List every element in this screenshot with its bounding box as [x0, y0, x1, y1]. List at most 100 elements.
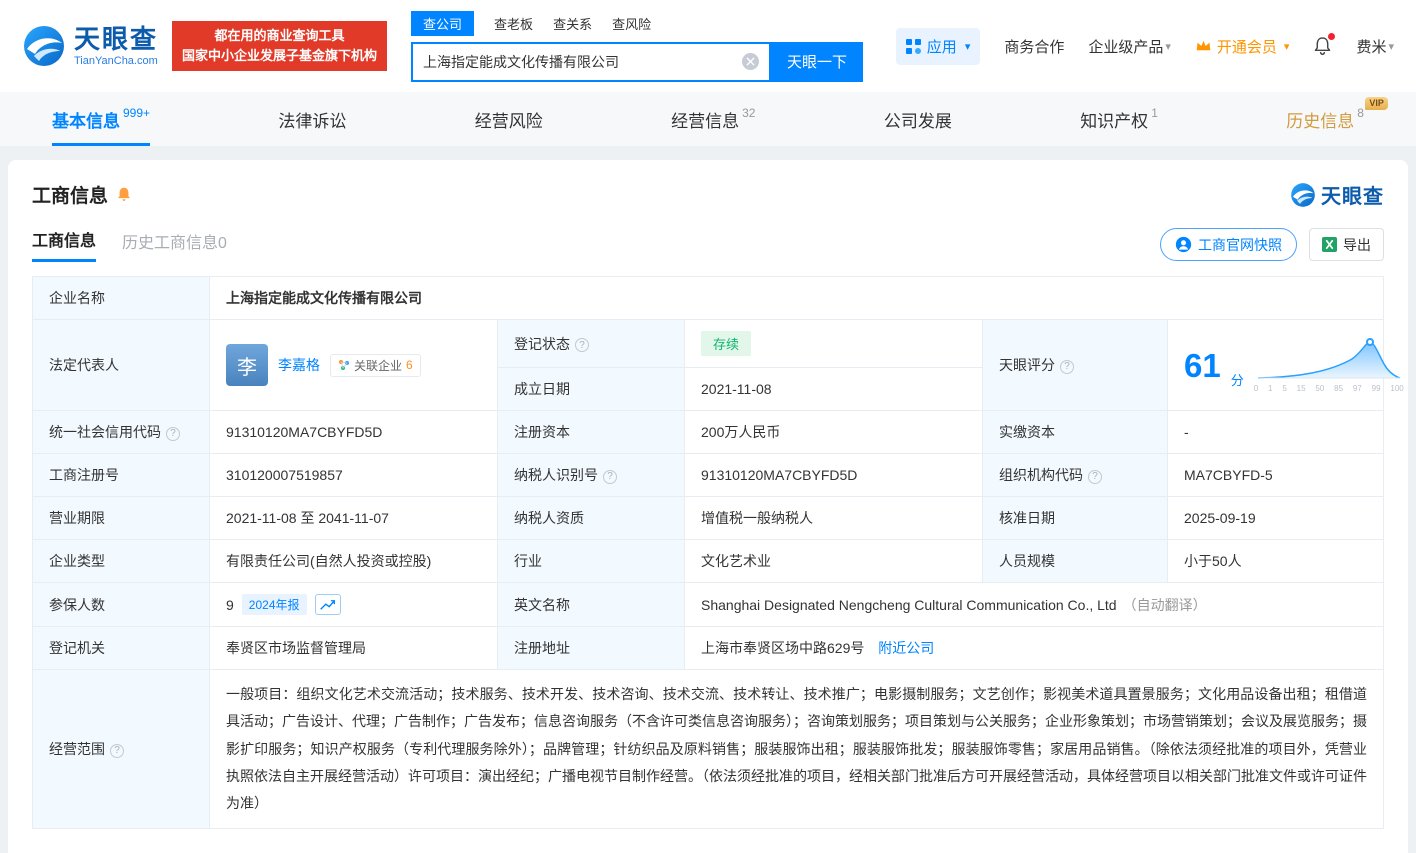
vip-label: 开通会员 [1217, 36, 1277, 57]
chevron-down-icon: ▾ [965, 40, 971, 53]
tab-history-info[interactable]: 历史信息 8 VIP [1286, 92, 1364, 146]
search-box [411, 42, 771, 82]
tab-label: 法律诉讼 [278, 107, 346, 132]
subtab-current-info[interactable]: 工商信息 [32, 227, 96, 262]
tab-basic-info[interactable]: 基本信息 999+ [52, 92, 150, 146]
search-tabs: 查公司 查老板 查关系 查风险 [411, 11, 863, 36]
export-button[interactable]: 导出 [1309, 228, 1384, 261]
reg-status-cell: 存续 [685, 320, 983, 368]
tab-label: 基本信息 [52, 107, 120, 132]
help-icon[interactable]: ? [1060, 360, 1074, 374]
apps-menu[interactable]: 应用 ▾ [896, 28, 981, 65]
logo-subtitle: TianYanCha.com [74, 55, 158, 67]
table-row: 登记机关 奉贤区市场监督管理局 注册地址 上海市奉贤区场中路629号 附近公司 [33, 627, 1384, 670]
card-header: 工商信息 天眼查 [32, 180, 1384, 209]
business-scope-cell: 一般项目：组织文化艺术交流活动；技术服务、技术开发、技术咨询、技术交流、技术转让… [210, 670, 1384, 829]
company-type-label: 企业类型 [33, 540, 210, 583]
vip-badge: VIP [1365, 97, 1388, 110]
legal-rep-name-link[interactable]: 李嘉格 [278, 355, 320, 375]
staff-size-value: 小于50人 [1168, 540, 1384, 583]
search-row: 天眼一下 [411, 42, 863, 82]
tab-operating-risk[interactable]: 经营风险 [475, 92, 543, 146]
search-tab-boss[interactable]: 查老板 [494, 11, 533, 36]
status-badge: 存续 [701, 331, 751, 356]
notification-dot [1328, 33, 1335, 40]
tab-count-badge: 999+ [123, 106, 150, 120]
table-row: 营业期限 2021-11-08 至 2041-11-07 纳税人资质 增值税一般… [33, 497, 1384, 540]
business-scope-label: 经营范围? [33, 670, 210, 829]
subtab-history-info[interactable]: 历史工商信息0 [122, 229, 227, 261]
tab-label: 历史信息 [1286, 107, 1354, 132]
establish-date-value: 2021-11-08 [685, 368, 983, 411]
tab-legal-proceedings[interactable]: 法律诉讼 [278, 92, 346, 146]
help-icon[interactable]: ? [110, 744, 124, 758]
business-registration-table: 企业名称 上海指定能成文化传播有限公司 法定代表人 李 李嘉格 [32, 276, 1384, 829]
search-button[interactable]: 天眼一下 [771, 42, 863, 82]
taxpayer-quality-label: 纳税人资质 [498, 497, 685, 540]
annual-report-badge[interactable]: 2024年报 [242, 594, 307, 615]
score-distribution-chart: 01 515 5085 9799 100 [1254, 338, 1404, 393]
establish-date-label: 成立日期 [498, 368, 685, 411]
search-tab-relation[interactable]: 查关系 [553, 11, 592, 36]
chevron-down-icon: ▾ [1284, 40, 1290, 53]
tab-label: 经营风险 [475, 107, 543, 132]
vip-upgrade-link[interactable]: 开通会员 ▾ [1195, 36, 1290, 57]
business-scope-value: 一般项目：组织文化艺术交流活动；技术服务、技术开发、技术咨询、技术交流、技术转让… [226, 681, 1367, 817]
slogan-line2: 国家中小企业发展子基金旗下机构 [182, 46, 377, 66]
tab-business-info[interactable]: 经营信息 32 [671, 92, 755, 146]
nearby-companies-link[interactable]: 附近公司 [878, 640, 934, 656]
credit-code-value: 91310120MA7CBYFD5D [210, 411, 498, 454]
tianyancha-logo[interactable]: 天眼查 TianYanCha.com [22, 24, 158, 68]
excel-icon [1322, 237, 1337, 252]
help-icon[interactable]: ? [166, 427, 180, 441]
related-companies-label: 关联企业 [354, 357, 402, 374]
address-label: 注册地址 [498, 627, 685, 670]
table-row: 统一社会信用代码? 91310120MA7CBYFD5D 注册资本 200万人民… [33, 411, 1384, 454]
enterprise-products-label: 企业级产品 [1088, 36, 1163, 57]
chart-trend-icon[interactable] [315, 594, 341, 615]
tianyancha-logo-icon [22, 24, 66, 68]
related-companies-badge[interactable]: 关联企业 6 [330, 354, 421, 377]
business-term-label: 营业期限 [33, 497, 210, 540]
reg-capital-label: 注册资本 [498, 411, 685, 454]
help-icon[interactable]: ? [1088, 470, 1102, 484]
notifications-bell[interactable] [1313, 36, 1332, 56]
legal-rep-avatar[interactable]: 李 [226, 344, 268, 386]
tab-count-badge: 32 [742, 106, 755, 120]
search-tab-risk[interactable]: 查风险 [612, 11, 651, 36]
header-nav: 应用 ▾ 商务合作 企业级产品 ▾ 开通会员 ▾ 费米 ▾ [896, 28, 1394, 65]
english-name-label: 英文名称 [498, 583, 685, 627]
industry-value: 文化艺术业 [685, 540, 983, 583]
english-name-cell: Shanghai Designated Nengcheng Cultural C… [685, 583, 1384, 627]
credit-code-label: 统一社会信用代码? [33, 411, 210, 454]
user-menu[interactable]: 费米 ▾ [1356, 36, 1394, 57]
search-area: 查公司 查老板 查关系 查风险 天眼一下 [411, 11, 863, 82]
table-row: 企业类型 有限责任公司(自然人投资或控股) 行业 文化艺术业 人员规模 小于50… [33, 540, 1384, 583]
subtab-actions: 工商官网快照 导出 [1160, 228, 1384, 261]
registry-label: 登记机关 [33, 627, 210, 670]
business-cooperation-link[interactable]: 商务合作 [1004, 36, 1064, 57]
paid-capital-label: 实缴资本 [983, 411, 1168, 454]
help-icon[interactable]: ? [575, 338, 589, 352]
search-tab-company[interactable]: 查公司 [411, 11, 474, 36]
reg-number-value: 310120007519857 [210, 454, 498, 497]
tab-intellectual-property[interactable]: 知识产权 1 [1080, 92, 1158, 146]
tianyancha-logo-icon [1290, 182, 1316, 208]
legal-rep-cell: 李 李嘉格 关联企业 6 [210, 320, 498, 411]
taxpayer-quality-value: 增值税一般纳税人 [685, 497, 983, 540]
chevron-down-icon: ▾ [1165, 40, 1171, 53]
approval-date-label: 核准日期 [983, 497, 1168, 540]
enterprise-products-menu[interactable]: 企业级产品 ▾ [1088, 36, 1171, 57]
official-snapshot-button[interactable]: 工商官网快照 [1160, 228, 1297, 261]
score-cell: 61 分 [1168, 320, 1384, 411]
tab-company-development[interactable]: 公司发展 [884, 92, 952, 146]
registry-value: 奉贤区市场监督管理局 [210, 627, 498, 670]
business-info-card: 工商信息 天眼查 工商信息 历史工商信息0 [8, 160, 1408, 853]
subscribe-bell-icon[interactable] [116, 186, 132, 203]
search-input[interactable] [423, 54, 742, 70]
taxpayer-id-label: 纳税人识别号? [498, 454, 685, 497]
help-icon[interactable]: ? [603, 470, 617, 484]
clear-icon[interactable] [742, 53, 759, 70]
subtab-row: 工商信息 历史工商信息0 工商官网快照 导出 [32, 227, 1384, 262]
org-code-label: 组织机构代码? [983, 454, 1168, 497]
